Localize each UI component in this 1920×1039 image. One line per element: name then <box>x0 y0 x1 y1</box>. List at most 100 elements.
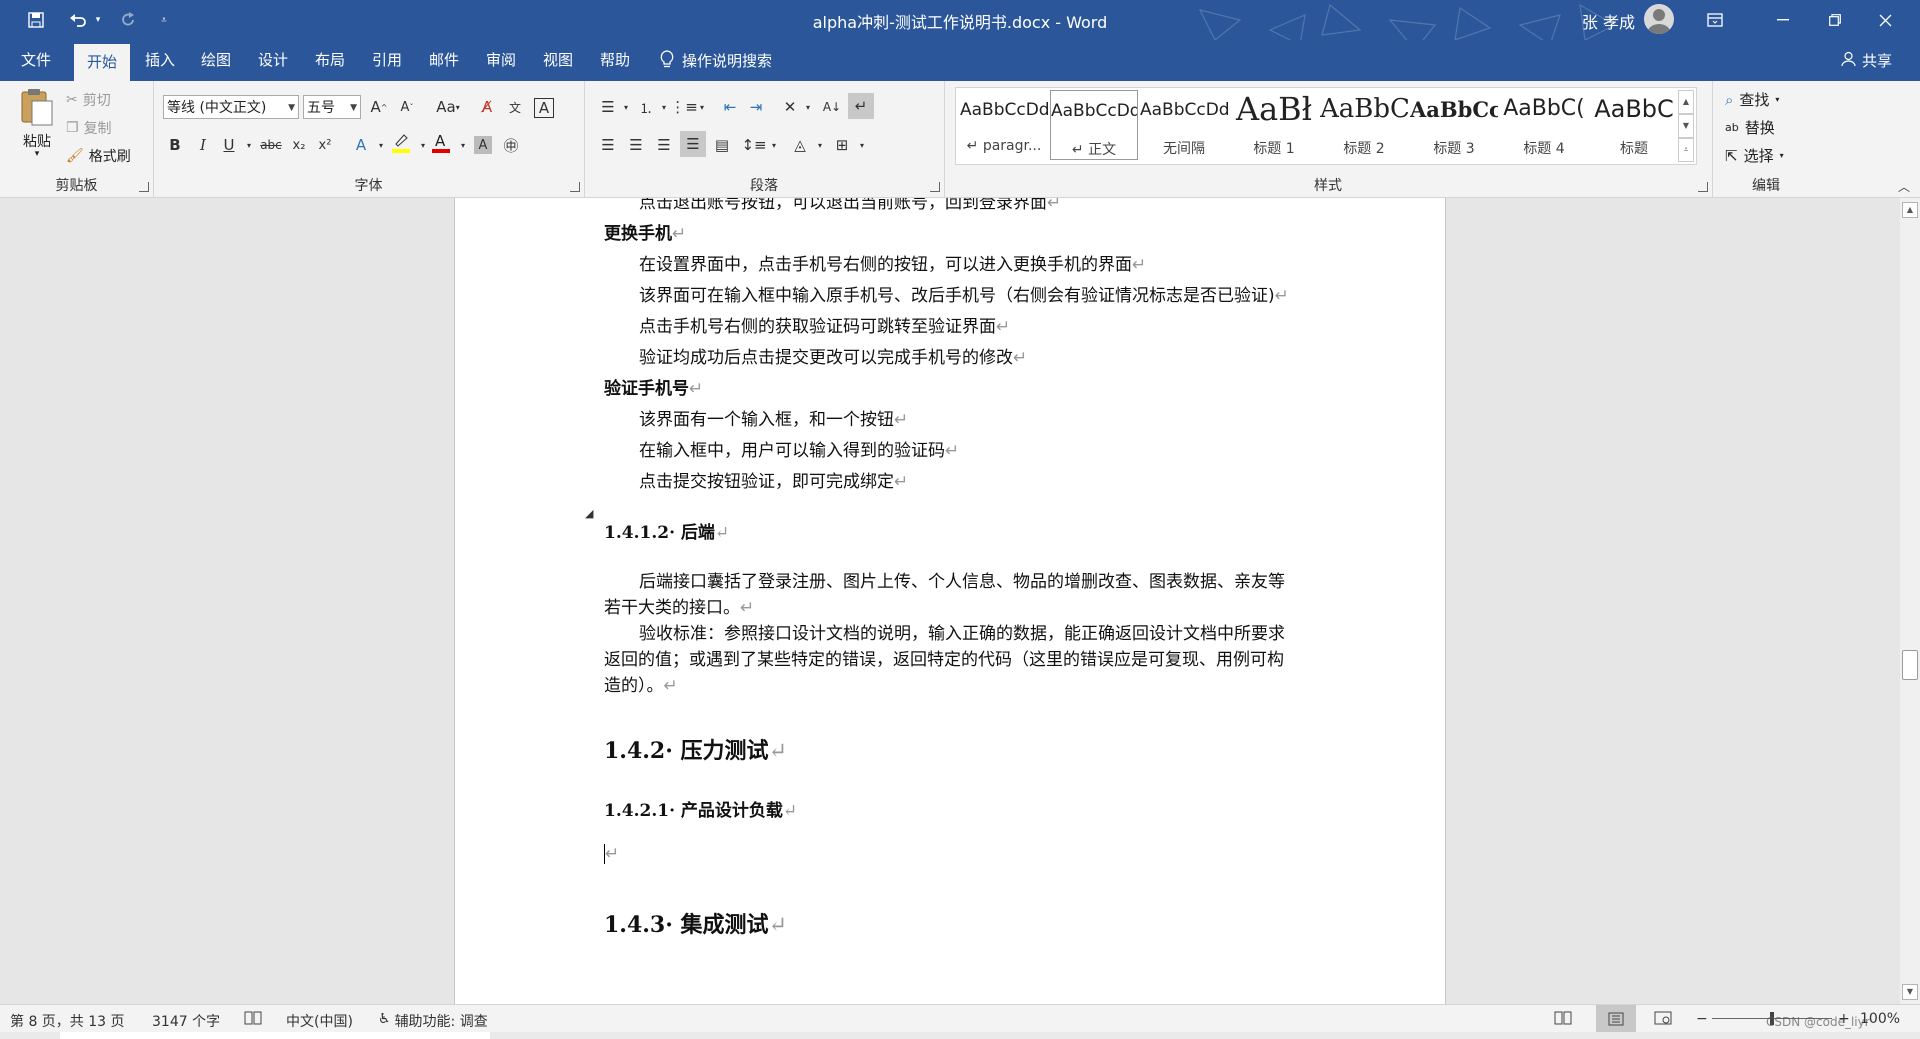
paragraph-launcher-icon[interactable] <box>930 182 940 192</box>
font-color-dropdown-icon[interactable]: ▾ <box>451 133 475 157</box>
sort-icon[interactable]: A↓ <box>820 95 844 119</box>
zoom-out-icon[interactable]: − <box>1696 1011 1708 1027</box>
style-preview: AaBbCcDd <box>1051 101 1137 121</box>
web-layout-icon[interactable] <box>1654 1011 1672 1029</box>
language[interactable]: 中文(中国) <box>286 1011 353 1031</box>
enclose-characters-icon[interactable]: ㊥ <box>499 133 523 157</box>
tell-me-search[interactable]: 操作说明搜索 <box>660 40 772 81</box>
paste-dropdown-icon[interactable]: ▾ <box>14 149 60 159</box>
scroll-thumb[interactable] <box>1902 650 1918 680</box>
style-heading-1[interactable]: AaBł 标题 1 <box>1230 90 1318 160</box>
align-right-icon[interactable]: ☰ <box>652 133 676 157</box>
empty-paragraph[interactable]: ↵ <box>604 844 619 864</box>
font-color-icon[interactable]: A <box>429 131 453 155</box>
page-count[interactable]: 第 8 页，共 13 页 <box>10 1011 125 1031</box>
tab-draw[interactable]: 绘图 <box>190 40 242 81</box>
format-painter-button[interactable]: 🖌 格式刷 <box>66 145 131 167</box>
user-name[interactable]: 张 孝成 <box>1582 9 1635 33</box>
replace-button[interactable]: ab 替换 <box>1725 117 1775 138</box>
show-marks-icon[interactable]: ↵ <box>848 93 874 119</box>
replace-icon: ab <box>1725 121 1739 134</box>
close-icon[interactable] <box>1862 0 1908 40</box>
vertical-scrollbar[interactable]: ▲ ▼ <box>1900 198 1920 1004</box>
styles-scroll-up-icon[interactable]: ▲ <box>1678 90 1694 114</box>
increase-indent-icon[interactable]: ⇥ <box>744 95 768 119</box>
character-border-icon[interactable]: A <box>534 98 554 118</box>
tab-help[interactable]: 帮助 <box>589 40 641 81</box>
tab-layout[interactable]: 布局 <box>304 40 356 81</box>
justify-icon[interactable]: ☰ <box>680 131 706 157</box>
title-bar: ▾ ⩡ alpha冲刺-测试工作说明书.docx - Word 张 孝成 <box>0 0 1920 77</box>
read-mode-icon[interactable] <box>1554 1011 1572 1029</box>
tab-design[interactable]: 设计 <box>247 40 299 81</box>
copy-button[interactable]: ❐ 复制 <box>66 117 112 139</box>
avatar[interactable] <box>1644 4 1674 34</box>
document-page[interactable]: 点击退出账号按钮，可以退出当前账号，回到登录界面↵ 更换手机↵ 在设置界面中，点… <box>454 198 1446 1004</box>
paste-button[interactable]: 粘贴 ▾ <box>14 87 60 161</box>
character-shading-icon[interactable]: A <box>474 136 492 154</box>
align-center-icon[interactable]: ☰ <box>624 133 648 157</box>
document-area[interactable]: 点击退出账号按钮，可以退出当前账号，回到登录界面↵ 更换手机↵ 在设置界面中，点… <box>0 198 1900 1004</box>
ribbon-display-options-icon[interactable] <box>1692 0 1738 40</box>
style-paragraph[interactable]: AaBbCcDd ↵ paragr... <box>960 90 1048 160</box>
find-button[interactable]: ⌕ 查找 ▾ <box>1725 89 1779 110</box>
doc-line: 该界面有一个输入框，和一个按钮↵ <box>639 410 909 430</box>
underline-dropdown-icon[interactable]: ▾ <box>237 133 261 157</box>
tab-mailings[interactable]: 邮件 <box>418 40 470 81</box>
collapse-heading-icon[interactable]: ◢ <box>585 507 593 520</box>
styles-launcher-icon[interactable] <box>1698 182 1708 192</box>
print-layout-icon[interactable] <box>1596 1005 1636 1033</box>
restore-icon[interactable] <box>1812 0 1858 40</box>
clear-formatting-icon[interactable]: A̸ <box>475 95 499 119</box>
minimize-icon[interactable] <box>1760 0 1806 40</box>
tab-review[interactable]: 审阅 <box>475 40 527 81</box>
multilevel-dropdown-icon[interactable]: ▾ <box>690 95 714 119</box>
shrink-font-icon[interactable]: Aˇ <box>395 95 419 119</box>
font-size-combo[interactable]: 五号 ▼ <box>303 95 361 119</box>
style-heading-2[interactable]: AaBbC 标题 2 <box>1320 90 1408 160</box>
distributed-icon[interactable]: ▤ <box>710 133 734 157</box>
style-heading-4[interactable]: AaBbC( 标题 4 <box>1500 90 1588 160</box>
scroll-up-icon[interactable]: ▲ <box>1902 202 1918 218</box>
share-button[interactable]: 共享 <box>1841 40 1892 81</box>
style-no-spacing[interactable]: AaBbCcDd 无间隔 <box>1140 90 1228 160</box>
tab-home[interactable]: 开始 <box>74 44 130 81</box>
asian-layout-dropdown-icon[interactable]: ▾ <box>796 95 820 119</box>
font-name-combo[interactable]: 等线 (中文正文) ▼ <box>163 95 299 119</box>
style-title[interactable]: AaBbC 标题 <box>1590 90 1678 160</box>
align-left-icon[interactable]: ☰ <box>596 133 620 157</box>
change-case-icon[interactable]: Aa ▾ <box>431 95 465 119</box>
tab-insert[interactable]: 插入 <box>134 40 186 81</box>
style-normal[interactable]: AaBbCcDd ↵ 正文 <box>1050 90 1138 160</box>
decrease-indent-icon[interactable]: ⇤ <box>718 95 742 119</box>
styles-scroll-down-icon[interactable]: ▼ <box>1678 114 1694 138</box>
scroll-down-icon[interactable]: ▼ <box>1902 984 1918 1000</box>
accessibility-button[interactable]: ♿ 辅助功能: 调查 <box>378 1011 488 1031</box>
tab-view[interactable]: 视图 <box>532 40 584 81</box>
proofing-icon[interactable] <box>244 1011 262 1029</box>
select-button[interactable]: ⇱ 选择 ▾ <box>1725 145 1784 166</box>
line-spacing-dropdown-icon[interactable]: ▾ <box>762 133 786 157</box>
italic-icon[interactable]: I <box>191 133 215 157</box>
styles-more-icon[interactable]: ⩡ <box>1678 138 1694 162</box>
highlight-icon[interactable] <box>389 131 413 155</box>
bold-icon[interactable]: B <box>163 133 187 157</box>
tab-references[interactable]: 引用 <box>361 40 413 81</box>
tab-file[interactable]: 文件 <box>8 40 64 81</box>
style-heading-3[interactable]: AaBbCc 标题 3 <box>1410 90 1498 160</box>
subscript-icon[interactable]: x₂ <box>287 133 311 157</box>
superscript-icon[interactable]: x² <box>313 133 337 157</box>
scissors-icon: ✂ <box>66 92 78 108</box>
borders-dropdown-icon[interactable]: ▾ <box>850 133 874 157</box>
font-launcher-icon[interactable] <box>570 182 580 192</box>
grow-font-icon[interactable]: A ^ <box>367 95 391 119</box>
strikethrough-icon[interactable]: abc <box>259 133 283 157</box>
phonetic-guide-icon[interactable]: 文 <box>503 95 527 119</box>
shading-dropdown-icon[interactable]: ▾ <box>808 133 832 157</box>
collapse-ribbon-icon[interactable]: ︿ <box>1898 178 1910 195</box>
cut-button[interactable]: ✂ 剪切 <box>66 89 111 111</box>
style-name: 标题 1 <box>1253 141 1295 157</box>
tell-me-label: 操作说明搜索 <box>682 52 773 70</box>
word-count[interactable]: 3147 个字 <box>152 1011 220 1031</box>
clipboard-launcher-icon[interactable] <box>139 182 149 192</box>
